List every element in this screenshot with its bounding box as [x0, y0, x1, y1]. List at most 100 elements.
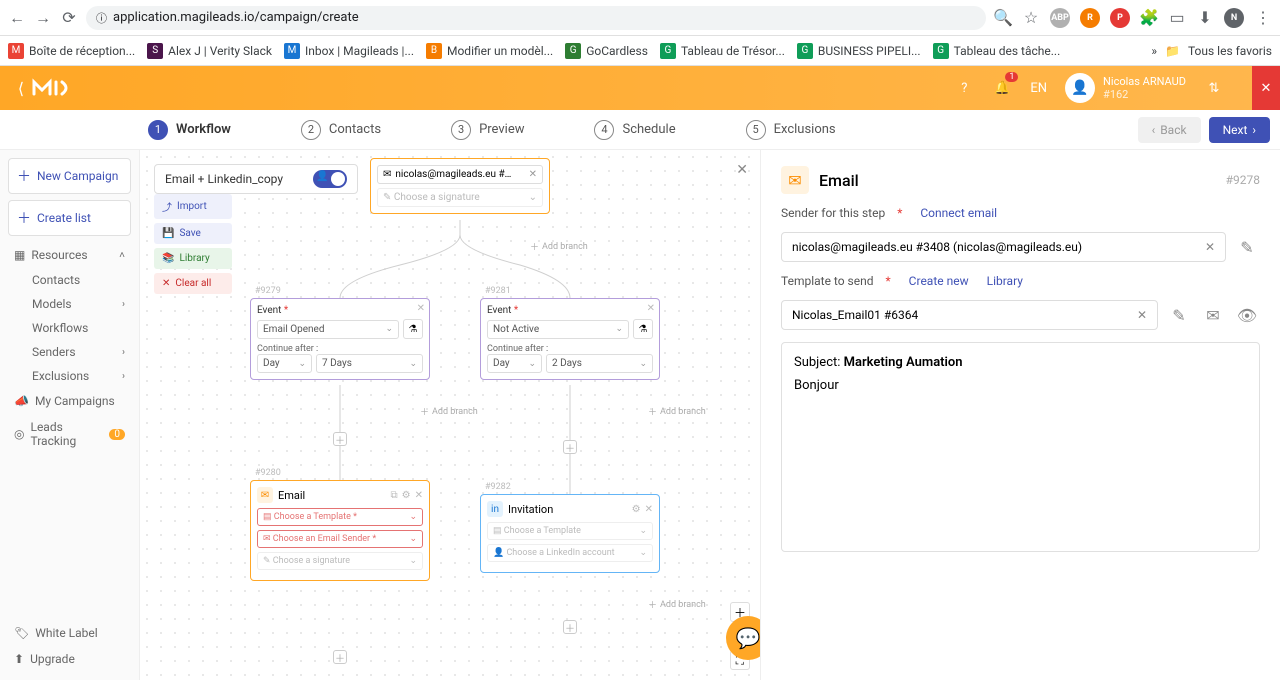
extensions-icon[interactable]: 🧩 [1140, 9, 1158, 27]
add-step-icon[interactable]: ＋ [333, 432, 347, 446]
signature-select[interactable]: ✎ Choose a signature⌄ [377, 188, 543, 207]
account-select[interactable]: 👤 Choose a LinkedIn account⌄ [487, 544, 653, 562]
create-new-link[interactable]: Create new [909, 274, 969, 288]
filter-icon[interactable]: ⚗ [403, 319, 423, 339]
clear-icon[interactable]: ✕ [1205, 240, 1215, 254]
signature-select[interactable]: ✎ Choose a signature⌄ [257, 552, 423, 570]
site-info-icon[interactable]: ⓘ [96, 10, 107, 26]
bookmark-item[interactable]: BModifier un modèl... [426, 43, 553, 59]
close-app-icon[interactable]: ✕ [1252, 66, 1280, 110]
event-select[interactable]: Email Opened⌄ [257, 320, 399, 339]
collapse-sidebar-icon[interactable]: ⟨ [12, 79, 30, 97]
template-input[interactable]: Nicolas_Email01 #6364✕ [781, 300, 1158, 330]
sidebar-workflows[interactable]: Workflows [8, 316, 131, 340]
back-button[interactable]: ‹ Back [1138, 117, 1201, 143]
create-list-button[interactable]: ＋Create list [8, 200, 131, 236]
template-select[interactable]: ▤ Choose a Template *⌄ [257, 508, 423, 526]
ext-icon-2[interactable]: P [1110, 8, 1130, 28]
back-icon[interactable]: ← [8, 9, 26, 27]
bookmark-item[interactable]: GTableau des tâche... [933, 43, 1061, 59]
bookmark-item[interactable]: GGoCardless [565, 43, 648, 59]
sender-select[interactable]: ✉ Choose an Email Sender *⌄ [257, 530, 423, 548]
bookmark-item[interactable]: GTableau de Trésor... [660, 43, 785, 59]
menu-icon[interactable]: ⋮ [1254, 9, 1272, 27]
profile-avatar[interactable]: N [1224, 8, 1244, 28]
node-close-icon[interactable]: ✕ [647, 303, 655, 314]
add-branch[interactable]: ＋ Add branch [420, 405, 478, 418]
bookmark-item[interactable]: MBoîte de réception... [8, 43, 135, 59]
search-icon[interactable]: 🔍 [994, 9, 1012, 27]
bookmark-item[interactable]: GBUSINESS PIPELI... [797, 43, 921, 59]
sidebar-my-campaigns[interactable]: 📣My Campaigns [8, 388, 131, 414]
user-menu[interactable]: 👤 Nicolas ARNAUD #162 [1065, 73, 1186, 103]
clear-all-button[interactable]: ✕Clear all [154, 273, 232, 294]
sidebar-contacts[interactable]: Contacts [8, 268, 131, 292]
unit-select[interactable]: Day⌄ [257, 354, 312, 373]
reading-list-icon[interactable]: ▭ [1168, 9, 1186, 27]
step-workflow[interactable]: 1Workflow [148, 120, 231, 140]
period-select[interactable]: 7 Days⌄ [316, 354, 423, 373]
bookmark-item[interactable]: MInbox | Magileads |... [284, 43, 414, 59]
import-button[interactable]: ⤴Import [154, 194, 232, 219]
language-selector[interactable]: EN [1030, 81, 1047, 96]
library-link[interactable]: Library [987, 274, 1023, 288]
remove-sender-icon[interactable]: ✕ [529, 169, 537, 180]
sidebar-upgrade[interactable]: ⬆Upgrade [8, 646, 131, 672]
add-branch[interactable]: ＋ Add branch [648, 405, 706, 418]
preview-icon[interactable]: 👁 [1234, 302, 1260, 328]
sidebar-white-label[interactable]: 🏷White Label [8, 620, 131, 646]
settings-icon[interactable]: ⚙ [632, 504, 641, 515]
bookmarks-overflow-icon[interactable]: » [1151, 44, 1157, 58]
edit-icon[interactable]: ✎ [1234, 234, 1260, 260]
copy-icon[interactable]: ⧉ [391, 490, 398, 501]
reload-icon[interactable]: ⟳ [60, 9, 78, 27]
library-button[interactable]: 📚Library [154, 248, 232, 269]
close-icon[interactable]: ✕ [645, 504, 653, 515]
app-logo[interactable] [30, 74, 90, 102]
period-select[interactable]: 2 Days⌄ [546, 354, 653, 373]
add-step-icon[interactable]: ＋ [333, 650, 347, 664]
add-branch[interactable]: ＋ Add branch [530, 240, 588, 253]
sidebar-resources[interactable]: ▦Resources˄ [8, 242, 131, 268]
filter-icon[interactable]: ⚗ [633, 319, 653, 339]
close-panel-icon[interactable]: ✕ [736, 162, 748, 178]
add-step-icon[interactable]: ＋ [563, 440, 577, 454]
template-select[interactable]: ▤ Choose a Template⌄ [487, 522, 653, 540]
clear-icon[interactable]: ✕ [1137, 308, 1147, 322]
sidebar-senders[interactable]: Senders› [8, 340, 131, 364]
save-button[interactable]: 💾Save [154, 223, 232, 244]
add-step-icon[interactable]: ＋ [563, 620, 577, 634]
ext-abp-icon[interactable]: ABP [1050, 8, 1070, 28]
exit-icon[interactable]: ⇅ [1204, 78, 1224, 98]
connect-email-link[interactable]: Connect email [920, 206, 997, 220]
edit-icon[interactable]: ✎ [1166, 302, 1192, 328]
sidebar-exclusions[interactable]: Exclusions› [8, 364, 131, 388]
sender-chip[interactable]: ✉nicolas@magileads.eu #3408 (nicolas✕ [377, 165, 543, 184]
help-icon[interactable]: ? [954, 78, 974, 98]
new-campaign-button[interactable]: ＋New Campaign [8, 158, 131, 194]
all-favorites[interactable]: Tous les favoris [1188, 44, 1272, 58]
address-bar[interactable]: ⓘ application.magileads.io/campaign/crea… [86, 6, 986, 30]
step-exclusions[interactable]: 5Exclusions [746, 120, 836, 140]
add-branch[interactable]: ＋ Add branch [648, 598, 706, 611]
node-close-icon[interactable]: ✕ [417, 303, 425, 314]
sender-input[interactable]: nicolas@magileads.eu #3408 (nicolas@magi… [781, 232, 1226, 262]
step-contacts[interactable]: 2Contacts [301, 120, 381, 140]
step-schedule[interactable]: 4Schedule [594, 120, 675, 140]
next-button[interactable]: Next › [1209, 117, 1270, 143]
unit-select[interactable]: Day⌄ [487, 354, 542, 373]
close-icon[interactable]: ✕ [415, 490, 423, 501]
forward-icon[interactable]: → [34, 9, 52, 27]
step-preview[interactable]: 3Preview [451, 120, 524, 140]
settings-icon[interactable]: ⚙ [402, 490, 411, 501]
bell-icon[interactable]: 🔔1 [992, 78, 1012, 98]
send-test-icon[interactable]: ✉ [1200, 302, 1226, 328]
downloads-icon[interactable]: ⬇ [1196, 9, 1214, 27]
workflow-toggle[interactable]: 👤 [313, 170, 347, 188]
sidebar-leads-tracking[interactable]: ◎Leads Tracking0 [8, 414, 131, 454]
bookmark-item[interactable]: SAlex J | Verity Slack [147, 43, 272, 59]
ext-icon-1[interactable]: R [1080, 8, 1100, 28]
star-icon[interactable]: ☆ [1022, 9, 1040, 27]
sidebar-models[interactable]: Models› [8, 292, 131, 316]
event-select[interactable]: Not Active⌄ [487, 320, 629, 339]
